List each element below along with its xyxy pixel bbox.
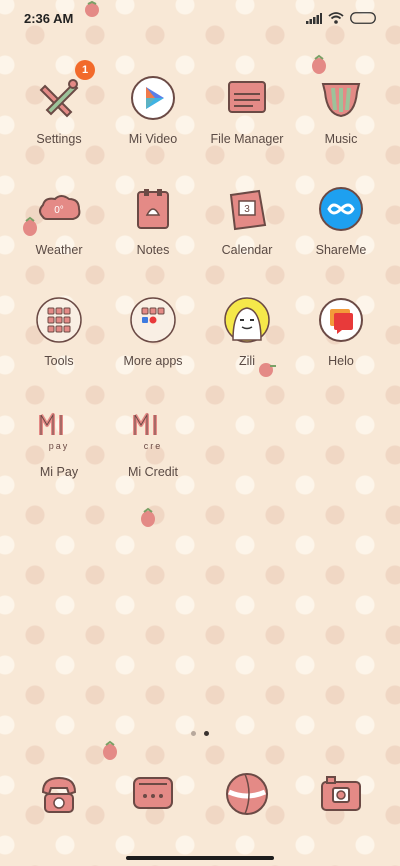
app-label: Mi Video bbox=[128, 132, 178, 146]
messages-icon bbox=[129, 770, 177, 818]
page-dot-1[interactable] bbox=[191, 731, 196, 736]
app-label: Tools bbox=[44, 354, 74, 368]
camera-icon bbox=[317, 770, 365, 818]
mi-credit-icon: cre bbox=[129, 407, 177, 455]
strawberry-decoration-icon bbox=[312, 54, 326, 74]
app-label: Mi Pay bbox=[39, 465, 79, 479]
music-icon bbox=[317, 74, 365, 122]
app-shareme[interactable]: ShareMe bbox=[294, 185, 388, 296]
status-icons bbox=[306, 12, 376, 24]
mi-pay-icon: pay bbox=[35, 407, 83, 455]
dock-messages[interactable] bbox=[106, 770, 200, 826]
app-label: Calendar bbox=[221, 243, 273, 257]
dock-browser[interactable] bbox=[200, 770, 294, 826]
shareme-icon bbox=[317, 185, 365, 233]
app-mi-video[interactable]: Mi Video bbox=[106, 74, 200, 185]
mi-credit-text: cre bbox=[144, 441, 163, 451]
app-label: Mi Credit bbox=[127, 465, 178, 479]
app-helo[interactable]: Helo bbox=[294, 296, 388, 407]
battery-icon bbox=[350, 12, 376, 24]
app-label: More apps bbox=[123, 354, 183, 368]
app-label: Weather bbox=[35, 243, 83, 257]
dock-camera[interactable] bbox=[294, 770, 388, 826]
page-indicator[interactable] bbox=[0, 731, 400, 736]
app-label: Music bbox=[324, 132, 358, 146]
settings-icon: 1 bbox=[35, 60, 95, 122]
app-label: ShareMe bbox=[315, 243, 367, 257]
app-label: Settings bbox=[36, 132, 82, 146]
app-label: Helo bbox=[328, 354, 354, 368]
strawberry-decoration-icon bbox=[103, 740, 117, 760]
helo-icon bbox=[317, 296, 365, 344]
folder-more-apps[interactable]: More apps bbox=[106, 296, 200, 407]
app-settings[interactable]: 1 Settings bbox=[12, 60, 106, 185]
calendar-icon: 3 bbox=[223, 185, 271, 233]
app-calendar[interactable]: 3 Calendar bbox=[200, 185, 294, 296]
phone-icon bbox=[35, 770, 83, 818]
notification-badge: 1 bbox=[75, 60, 95, 80]
file-manager-icon bbox=[223, 74, 271, 122]
status-time: 2:36 AM bbox=[24, 10, 74, 26]
mi-video-icon bbox=[129, 74, 177, 122]
app-label: File Manager bbox=[210, 132, 284, 146]
notes-icon bbox=[129, 185, 177, 233]
mi-pay-text: pay bbox=[49, 441, 70, 451]
more-apps-folder-icon bbox=[129, 296, 177, 344]
weather-temp: 0° bbox=[54, 205, 64, 216]
app-mi-pay[interactable]: pay Mi Pay bbox=[12, 407, 106, 518]
app-mi-credit[interactable]: cre Mi Credit bbox=[106, 407, 200, 518]
weather-icon: 0° bbox=[35, 185, 83, 233]
dock-phone[interactable] bbox=[12, 770, 106, 826]
app-grid: 1 Settings Mi Video File Manager Music 0… bbox=[12, 60, 388, 518]
app-weather[interactable]: 0° Weather bbox=[12, 185, 106, 296]
app-file-manager[interactable]: File Manager bbox=[200, 74, 294, 185]
app-label: Notes bbox=[136, 243, 170, 257]
page-dot-2[interactable] bbox=[204, 731, 209, 736]
zili-icon bbox=[223, 296, 271, 344]
app-notes[interactable]: Notes bbox=[106, 185, 200, 296]
calendar-day: 3 bbox=[244, 204, 250, 215]
home-indicator[interactable] bbox=[126, 856, 274, 860]
folder-tools[interactable]: Tools bbox=[12, 296, 106, 407]
app-music[interactable]: Music bbox=[294, 74, 388, 185]
status-bar: 2:36 AM bbox=[0, 0, 400, 36]
dock bbox=[12, 770, 388, 826]
tools-folder-icon bbox=[35, 296, 83, 344]
browser-icon bbox=[223, 770, 271, 818]
app-zili[interactable]: Zili bbox=[200, 296, 294, 407]
app-label: Zili bbox=[239, 354, 255, 368]
wifi-icon bbox=[328, 12, 344, 24]
cellular-signal-icon bbox=[306, 12, 322, 24]
